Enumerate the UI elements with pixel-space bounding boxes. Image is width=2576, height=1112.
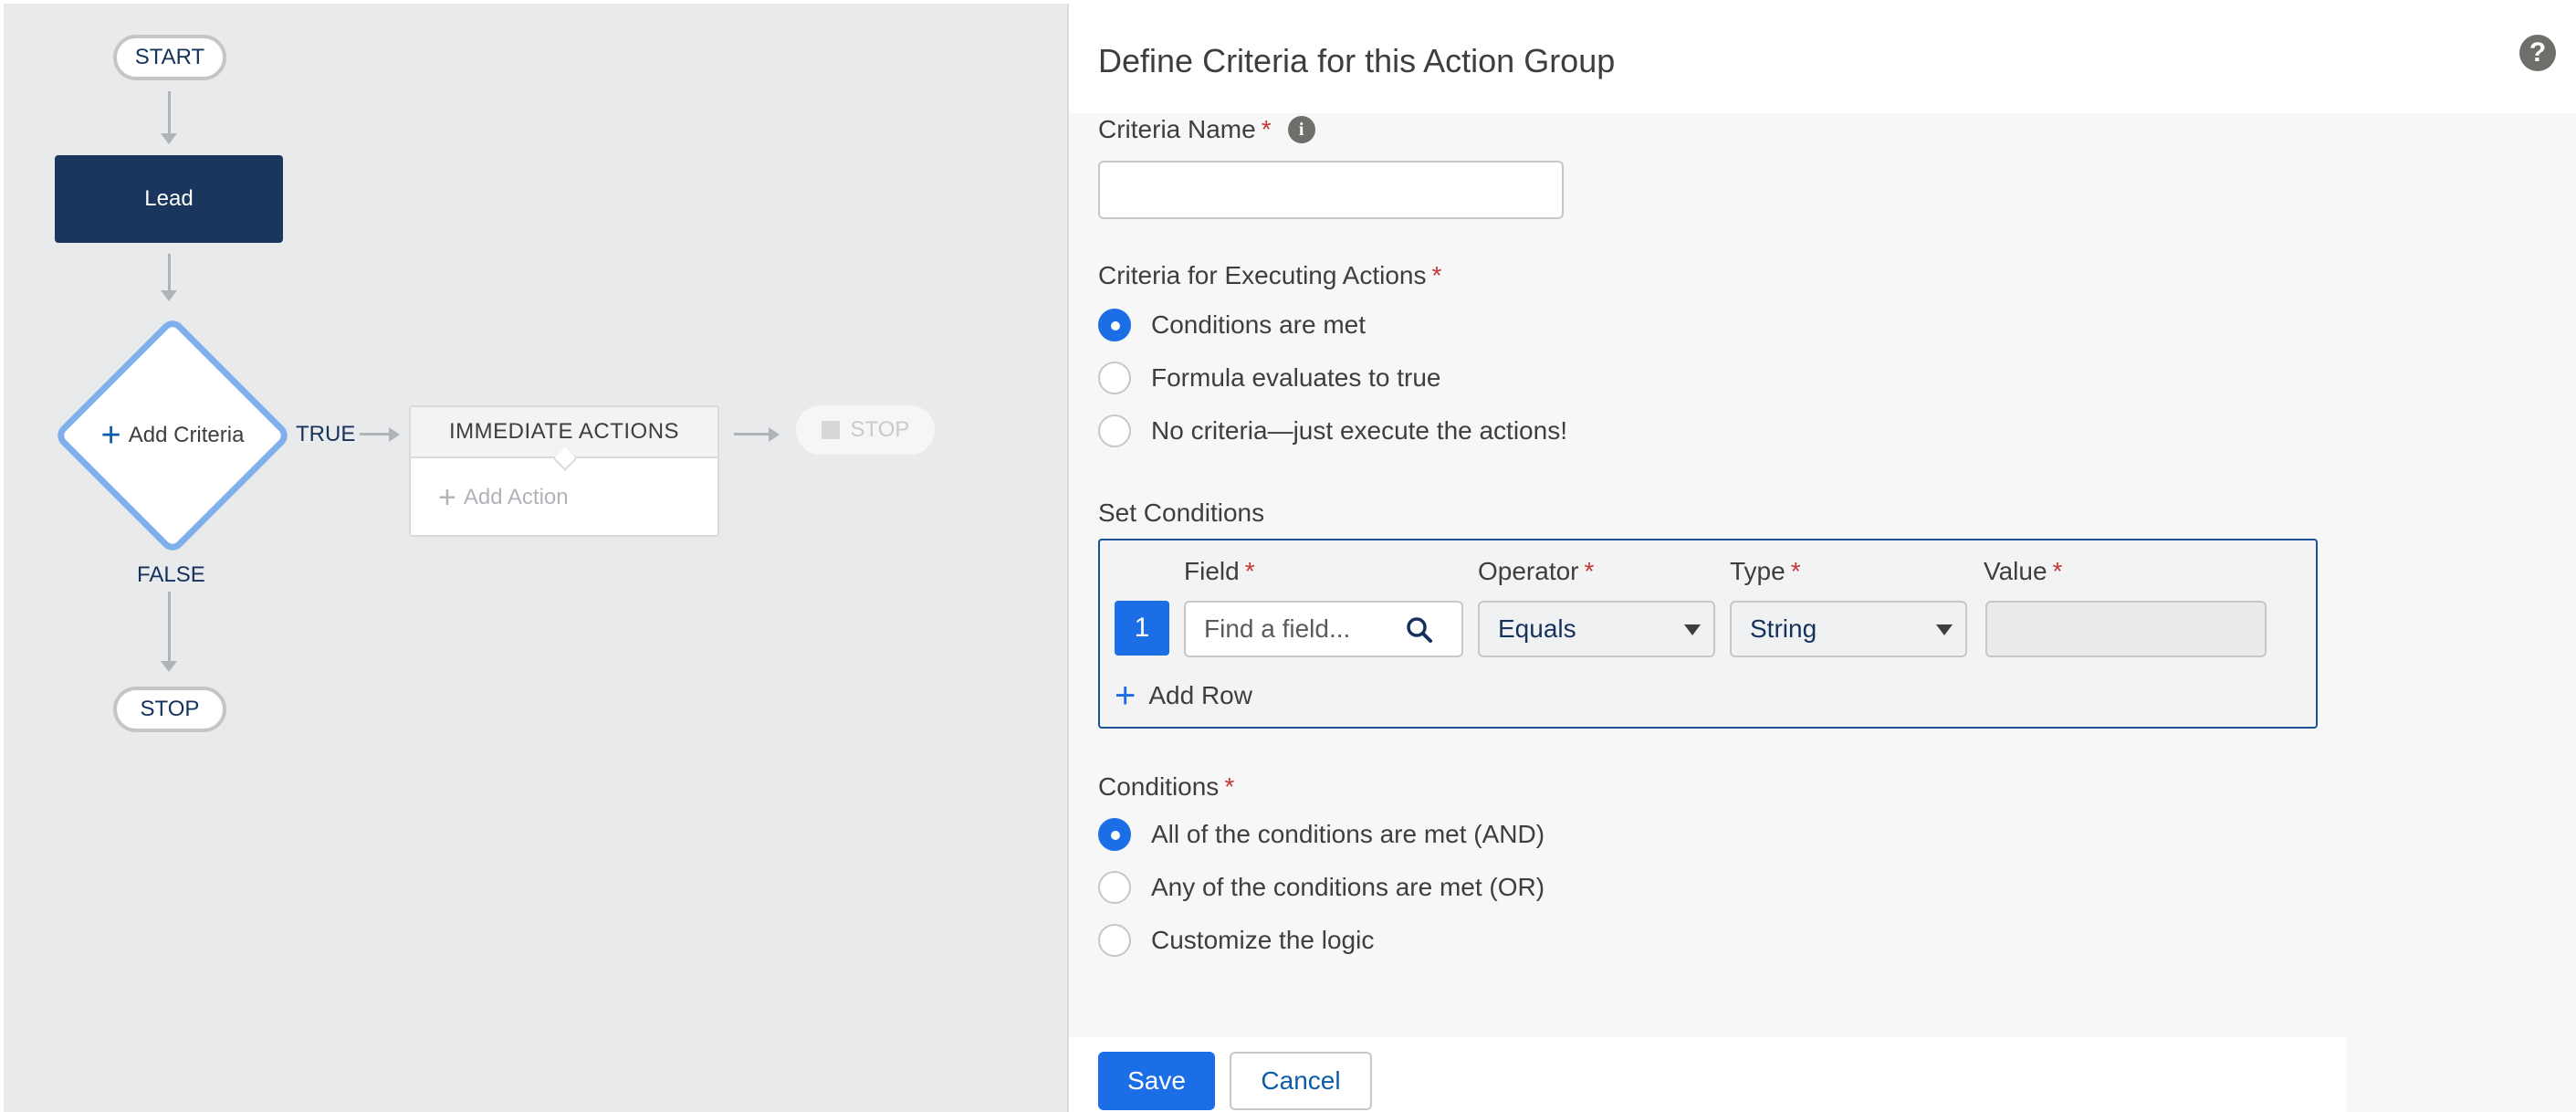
- false-label: FALSE: [137, 562, 205, 587]
- radio-label: Formula evaluates to true: [1151, 363, 1441, 392]
- true-label: TRUE: [296, 422, 356, 446]
- add-action-button[interactable]: + Add Action: [438, 482, 569, 513]
- required-asterisk: *: [1261, 115, 1272, 143]
- radio-all-conditions[interactable]: All of the conditions are met (AND): [1098, 818, 1545, 851]
- connector-line: [734, 433, 770, 435]
- criteria-name-label: Criteria Name * i: [1098, 115, 1315, 144]
- radio-formula-true[interactable]: Formula evaluates to true: [1098, 362, 1441, 394]
- plus-icon: +: [1115, 676, 1136, 716]
- process-canvas: START Lead + Add Criteria TRUE IMMEDIATE…: [4, 4, 1067, 1112]
- radio-any-condition[interactable]: Any of the conditions are met (OR): [1098, 871, 1545, 904]
- criteria-name-label-text: Criteria Name: [1098, 115, 1256, 143]
- type-select[interactable]: String: [1730, 601, 1967, 657]
- radio-conditions-met[interactable]: Conditions are met: [1098, 309, 1366, 341]
- panel-title: Define Criteria for this Action Group: [1098, 42, 1616, 79]
- help-icon[interactable]: ?: [2519, 35, 2556, 71]
- add-row-label: Add Row: [1148, 681, 1252, 709]
- connector-line: [168, 254, 171, 294]
- radio-label: No criteria—just execute the actions!: [1151, 416, 1567, 445]
- value-input[interactable]: [1985, 601, 2267, 657]
- object-node[interactable]: Lead: [55, 155, 283, 243]
- executing-criteria-label-text: Criteria for Executing Actions: [1098, 261, 1427, 289]
- stop-square-icon: [821, 421, 840, 439]
- criteria-name-input[interactable]: [1098, 161, 1564, 219]
- type-selected-value: String: [1750, 614, 1817, 643]
- connector-line: [168, 592, 171, 665]
- immediate-actions-title: IMMEDIATE ACTIONS: [448, 419, 680, 444]
- panel-footer: Save Cancel: [1069, 1037, 2347, 1112]
- connector-arrow: [161, 133, 177, 144]
- radio-no-criteria[interactable]: No criteria—just execute the actions!: [1098, 414, 1567, 447]
- radio-button-selected[interactable]: [1098, 818, 1131, 851]
- required-asterisk: *: [1224, 772, 1235, 801]
- column-header-text: Field: [1184, 557, 1240, 585]
- conditions-label: Conditions *: [1098, 772, 1234, 802]
- connector-arrow: [161, 661, 177, 672]
- connector-line: [168, 91, 171, 137]
- connector-line: [360, 433, 393, 435]
- radio-button[interactable]: [1098, 414, 1131, 447]
- required-asterisk: *: [1584, 557, 1595, 585]
- operator-select[interactable]: Equals: [1478, 601, 1715, 657]
- column-header-text: Operator: [1478, 557, 1579, 585]
- start-node: START: [113, 35, 226, 80]
- panel-header: Define Criteria for this Action Group ?: [1069, 4, 2576, 113]
- chevron-down-icon: [1684, 624, 1701, 635]
- start-label: START: [134, 45, 205, 69]
- stop-placeholder-node: STOP: [796, 405, 935, 455]
- executing-criteria-label: Criteria for Executing Actions *: [1098, 261, 1441, 290]
- column-header-value: Value *: [1984, 557, 2062, 586]
- immediate-actions-box: IMMEDIATE ACTIONS + Add Action: [409, 405, 719, 537]
- plus-icon: +: [100, 416, 121, 455]
- radio-button[interactable]: [1098, 924, 1131, 957]
- search-icon[interactable]: [1403, 614, 1436, 646]
- add-row-button[interactable]: + Add Row: [1115, 677, 1252, 714]
- required-asterisk: *: [1431, 261, 1442, 289]
- column-header-operator: Operator *: [1478, 557, 1594, 586]
- set-conditions-label: Set Conditions: [1098, 498, 1264, 528]
- radio-button-selected[interactable]: [1098, 309, 1131, 341]
- column-header-text: Value: [1984, 557, 2047, 585]
- column-header-field: Field *: [1184, 557, 1255, 586]
- stop-placeholder-label: STOP: [850, 417, 910, 442]
- set-conditions-label-text: Set Conditions: [1098, 498, 1265, 527]
- radio-label: All of the conditions are met (AND): [1151, 820, 1545, 848]
- cancel-button[interactable]: Cancel: [1230, 1052, 1372, 1110]
- radio-button[interactable]: [1098, 871, 1131, 904]
- define-criteria-panel: Define Criteria for this Action Group ? …: [1067, 4, 2576, 1112]
- chevron-down-icon: [1936, 624, 1953, 635]
- criteria-node[interactable]: + Add Criteria: [52, 315, 293, 556]
- plus-icon: +: [438, 480, 456, 515]
- radio-label: Conditions are met: [1151, 310, 1367, 339]
- operator-selected-value: Equals: [1498, 614, 1576, 643]
- add-criteria-label: Add Criteria: [128, 423, 245, 447]
- column-header-type: Type *: [1730, 557, 1801, 586]
- stop-label: STOP: [140, 697, 200, 721]
- radio-button[interactable]: [1098, 362, 1131, 394]
- add-criteria-button[interactable]: + Add Criteria: [53, 316, 292, 555]
- info-icon[interactable]: i: [1287, 116, 1315, 143]
- object-node-label: Lead: [144, 186, 194, 211]
- connector-arrow: [389, 427, 400, 442]
- radio-customize-logic[interactable]: Customize the logic: [1098, 924, 1374, 957]
- stop-node: STOP: [113, 687, 226, 732]
- radio-label: Customize the logic: [1151, 926, 1375, 954]
- column-header-text: Type: [1730, 557, 1785, 585]
- required-asterisk: *: [1244, 557, 1255, 585]
- connector-arrow: [161, 290, 177, 301]
- required-asterisk: *: [2052, 557, 2063, 585]
- connector-arrow: [769, 427, 780, 442]
- condition-row-number: 1: [1115, 601, 1169, 656]
- add-action-label: Add Action: [463, 485, 569, 509]
- required-asterisk: *: [1790, 557, 1801, 585]
- conditions-table: Field* Operator* Type* Value* 1 Equals S…: [1098, 539, 2318, 729]
- save-button[interactable]: Save: [1098, 1052, 1215, 1110]
- radio-label: Any of the conditions are met (OR): [1151, 873, 1545, 901]
- conditions-label-text: Conditions: [1098, 772, 1220, 801]
